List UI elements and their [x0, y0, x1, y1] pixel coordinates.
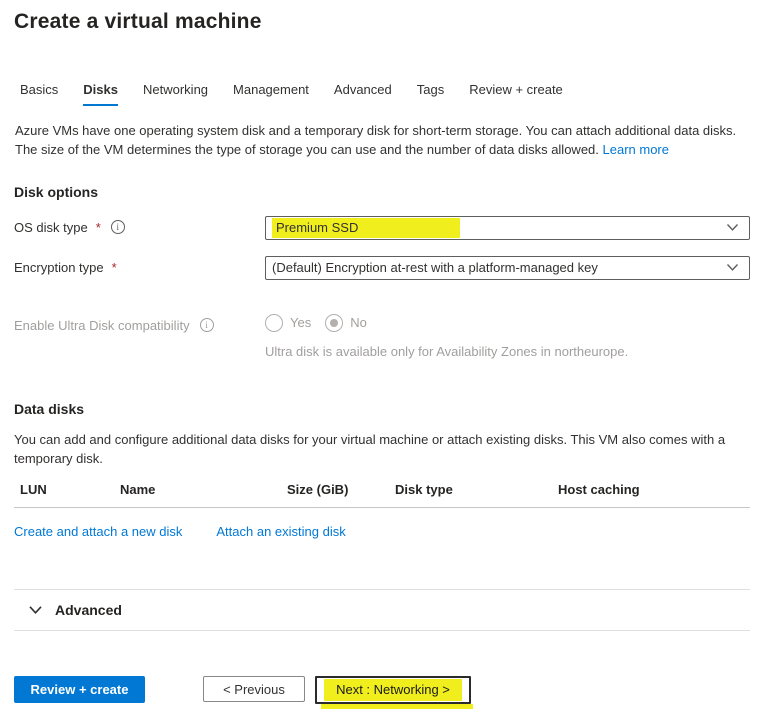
encryption-type-value: (Default) Encryption at-rest with a plat…	[272, 260, 598, 275]
tab-disks[interactable]: Disks	[83, 82, 118, 106]
review-create-button[interactable]: Review + create	[14, 676, 145, 703]
ultra-disk-label: Enable Ultra Disk compatibility	[14, 318, 190, 333]
next-networking-button[interactable]: Next : Networking >	[315, 676, 471, 704]
required-asterisk: *	[112, 260, 117, 275]
wizard-tabs: Basics Disks Networking Management Advan…	[14, 82, 750, 106]
column-header-host-caching: Host caching	[558, 482, 750, 497]
os-disk-type-value: Premium SSD	[272, 218, 460, 238]
chevron-down-icon	[726, 223, 739, 232]
info-icon: i	[200, 318, 214, 332]
learn-more-link[interactable]: Learn more	[603, 142, 669, 157]
ultra-disk-no-label: No	[350, 315, 367, 330]
attach-existing-disk-link[interactable]: Attach an existing disk	[216, 524, 345, 539]
radio-unselected-icon[interactable]	[265, 314, 283, 332]
create-new-disk-link[interactable]: Create and attach a new disk	[14, 524, 182, 539]
os-disk-type-label-group: OS disk type * i	[14, 216, 265, 235]
encryption-type-dropdown[interactable]: (Default) Encryption at-rest with a plat…	[265, 256, 750, 280]
intro-text: Azure VMs have one operating system disk…	[14, 122, 750, 160]
tab-management[interactable]: Management	[233, 82, 309, 106]
tab-tags[interactable]: Tags	[417, 82, 444, 106]
ultra-disk-label-group: Enable Ultra Disk compatibility i	[14, 314, 265, 333]
info-icon[interactable]: i	[111, 220, 125, 234]
data-disks-heading: Data disks	[14, 401, 750, 417]
previous-button[interactable]: < Previous	[203, 676, 305, 702]
required-asterisk: *	[96, 220, 101, 235]
column-header-size: Size (GiB)	[287, 482, 395, 497]
encryption-type-field: (Default) Encryption at-rest with a plat…	[265, 256, 750, 280]
ultra-disk-yes-label: Yes	[290, 315, 311, 330]
column-header-lun: LUN	[20, 482, 120, 497]
encryption-type-label: Encryption type	[14, 260, 104, 275]
next-networking-label: Next : Networking >	[324, 679, 462, 701]
tab-advanced[interactable]: Advanced	[334, 82, 392, 106]
page-title: Create a virtual machine	[14, 10, 750, 34]
os-disk-type-label: OS disk type	[14, 220, 88, 235]
os-disk-type-row: OS disk type * i Premium SSD	[14, 216, 750, 240]
data-disks-table-header: LUN Name Size (GiB) Disk type Host cachi…	[14, 482, 750, 508]
ultra-disk-field: Yes No Ultra disk is available only for …	[265, 314, 750, 359]
ultra-disk-no-option[interactable]: No	[325, 314, 367, 332]
chevron-down-icon	[726, 263, 739, 272]
disk-options-heading: Disk options	[14, 184, 750, 200]
ultra-disk-row: Enable Ultra Disk compatibility i Yes No…	[14, 314, 750, 359]
tab-networking[interactable]: Networking	[143, 82, 208, 106]
advanced-section-toggle[interactable]: Advanced	[14, 590, 750, 630]
divider	[14, 630, 750, 631]
encryption-type-row: Encryption type * (Default) Encryption at…	[14, 256, 750, 280]
os-disk-type-field: Premium SSD	[265, 216, 750, 240]
chevron-down-icon	[28, 605, 43, 615]
tab-review-create[interactable]: Review + create	[469, 82, 563, 106]
data-disks-description: You can add and configure additional dat…	[14, 431, 750, 469]
wizard-footer: Review + create < Previous Next : Networ…	[14, 676, 750, 704]
radio-selected-icon[interactable]	[325, 314, 343, 332]
column-header-disk-type: Disk type	[395, 482, 558, 497]
ultra-disk-radio-group: Yes No	[265, 314, 750, 332]
column-header-name: Name	[120, 482, 287, 497]
data-disks-links: Create and attach a new disk Attach an e…	[14, 524, 750, 539]
ultra-disk-note: Ultra disk is available only for Availab…	[265, 344, 750, 359]
encryption-type-label-group: Encryption type *	[14, 256, 265, 275]
ultra-disk-yes-option[interactable]: Yes	[265, 314, 311, 332]
tab-basics[interactable]: Basics	[20, 82, 58, 106]
create-vm-page: Create a virtual machine Basics Disks Ne…	[0, 0, 763, 723]
os-disk-type-dropdown[interactable]: Premium SSD	[265, 216, 750, 240]
advanced-section-label: Advanced	[55, 602, 122, 618]
